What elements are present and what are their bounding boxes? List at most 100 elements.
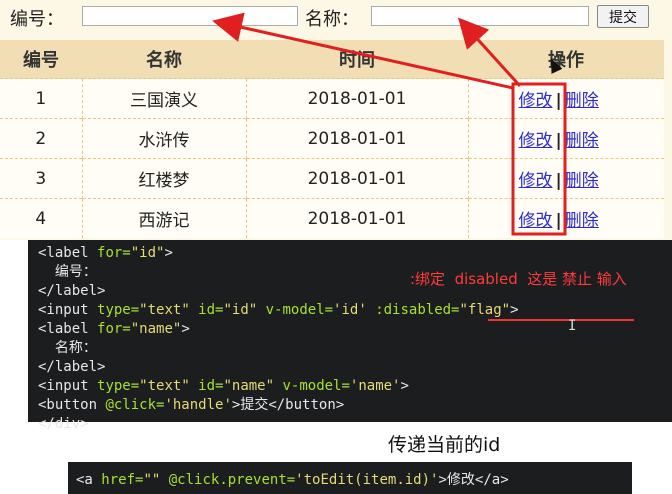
code-token: "name" bbox=[130, 321, 182, 337]
code-token: 'id' bbox=[333, 302, 367, 318]
cell-name: 红楼梦 bbox=[81, 158, 246, 199]
header-time: 时间 bbox=[246, 40, 468, 79]
cell-time: 2018-01-01 bbox=[245, 78, 468, 119]
name-input[interactable] bbox=[371, 6, 589, 26]
code-token: </a> bbox=[474, 472, 509, 488]
code-token: "" bbox=[143, 472, 161, 488]
cell-name: 三国演义 bbox=[81, 78, 246, 119]
code-token: "name" bbox=[223, 378, 275, 394]
code-token: 'toEdit(item.id)' bbox=[295, 472, 439, 488]
table-row: 3 红楼梦 2018-01-01 修改 | 删除 bbox=[0, 158, 664, 199]
id-label: 编号： bbox=[10, 9, 64, 30]
code-token: "text" bbox=[139, 378, 190, 394]
cell-time: 2018-01-01 bbox=[245, 158, 468, 199]
code-line: <input type="text" id="id" v-model='id' … bbox=[38, 301, 519, 320]
edit-link[interactable]: 修改 bbox=[519, 211, 553, 231]
cell-id: 3 bbox=[0, 158, 82, 199]
delete-link[interactable]: 删除 bbox=[565, 211, 599, 231]
delete-link[interactable]: 删除 bbox=[565, 171, 599, 191]
code-token: v-model= bbox=[274, 378, 350, 394]
code-line: 编号： bbox=[38, 263, 97, 282]
edit-link[interactable]: 修改 bbox=[519, 171, 553, 191]
code-token: "flag" bbox=[459, 302, 511, 318]
header-name: 名称 bbox=[82, 40, 246, 79]
id-input[interactable] bbox=[82, 6, 298, 26]
code-token: <label bbox=[38, 321, 98, 337]
link-separator: | bbox=[555, 211, 562, 231]
code-token: : bbox=[366, 302, 384, 318]
edit-link[interactable]: 修改 bbox=[519, 91, 553, 111]
code-token: id= bbox=[189, 378, 224, 394]
cell-actions: 修改 | 删除 bbox=[467, 198, 664, 238]
cell-id: 2 bbox=[0, 118, 82, 159]
text-cursor-icon: I bbox=[568, 318, 577, 334]
code-token: id= bbox=[189, 302, 224, 318]
code-token: 'handle' bbox=[164, 397, 232, 413]
header-actions: 操作 bbox=[468, 40, 664, 79]
code-token: </label> bbox=[38, 283, 106, 299]
delete-link[interactable]: 删除 bbox=[565, 91, 599, 111]
table-row: 4 西游记 2018-01-01 修改 | 删除 bbox=[0, 198, 664, 238]
code-line: 名称： bbox=[38, 339, 97, 358]
code-token: "id" bbox=[130, 245, 165, 261]
code-token: 编号： bbox=[38, 264, 97, 280]
code-line: <label for="id"> bbox=[38, 244, 173, 263]
delete-link[interactable]: 删除 bbox=[565, 131, 599, 151]
code-token: <label bbox=[38, 245, 98, 261]
code-token: > bbox=[181, 321, 190, 337]
code-token: <input bbox=[38, 302, 98, 318]
cell-time: 2018-01-01 bbox=[245, 118, 468, 159]
cell-name: 水浒传 bbox=[81, 118, 246, 159]
code-line: <label for="name"> bbox=[38, 320, 190, 339]
code-token: <button bbox=[38, 397, 106, 413]
cell-name: 西游记 bbox=[81, 198, 246, 238]
code-token: 名称： bbox=[38, 340, 97, 356]
code-token: "text" bbox=[139, 302, 190, 318]
code-token: type= bbox=[97, 378, 140, 394]
code-snippet: <a href="" @click.prevent='toEdit(item.i… bbox=[68, 462, 632, 494]
cell-actions: 修改 | 删除 bbox=[467, 78, 664, 119]
code-token: 修改 bbox=[446, 472, 475, 488]
link-separator: | bbox=[555, 131, 562, 151]
code-token: "id" bbox=[223, 302, 258, 318]
code-token: @click.prevent= bbox=[160, 472, 296, 488]
table-header-row: 编号 名称 时间 操作 bbox=[0, 40, 664, 79]
code-token: for= bbox=[97, 245, 131, 261]
link-separator: | bbox=[555, 171, 562, 191]
table-row: 2 水浒传 2018-01-01 修改 | 删除 bbox=[0, 118, 664, 159]
app-panel: 编号： 名称： 提交 编号 名称 时间 操作 1 三国演义 2018-01-01… bbox=[0, 0, 672, 240]
code-token: > bbox=[400, 378, 409, 394]
code-token: </button> bbox=[268, 397, 345, 413]
submit-button[interactable]: 提交 bbox=[597, 5, 649, 28]
cell-actions: 修改 | 删除 bbox=[467, 158, 664, 199]
link-separator: | bbox=[555, 91, 562, 111]
book-table: 编号 名称 时间 操作 1 三国演义 2018-01-01 修改 | 删除 2 水浒… bbox=[0, 40, 664, 238]
code-token: </div> bbox=[38, 416, 89, 432]
disabled-annotation: :绑定 disabled 这是 禁止 输入 bbox=[410, 270, 627, 288]
code-token: > bbox=[438, 472, 447, 488]
code-token: v-model= bbox=[257, 302, 334, 318]
cell-id: 1 bbox=[0, 78, 82, 119]
code-token: for= bbox=[97, 321, 131, 337]
code-token: disabled= bbox=[383, 302, 460, 318]
red-underline bbox=[488, 319, 634, 321]
name-label: 名称： bbox=[305, 9, 359, 30]
code-token: href= bbox=[101, 472, 144, 488]
code-token: > bbox=[164, 245, 173, 261]
code-line: <input type="text" id="name" v-model='na… bbox=[38, 377, 409, 396]
code-line: </div> bbox=[38, 415, 89, 434]
code-editor: <label for="id"> 编号： </label> <input type=… bbox=[28, 240, 672, 432]
cell-actions: 修改 | 删除 bbox=[467, 118, 664, 159]
edit-link[interactable]: 修改 bbox=[519, 131, 553, 151]
code-line: </label> bbox=[38, 282, 105, 301]
code-token: 提交 bbox=[240, 397, 269, 413]
code-line: <a href="" @click.prevent='toEdit(item.i… bbox=[76, 469, 509, 489]
cell-id: 4 bbox=[0, 198, 82, 238]
caption: 传递当前的id bbox=[388, 434, 501, 456]
header-id: 编号 bbox=[0, 40, 82, 79]
table-row: 1 三国演义 2018-01-01 修改 | 删除 bbox=[0, 78, 664, 119]
code-token: > bbox=[510, 302, 519, 318]
code-token: </label> bbox=[38, 359, 106, 375]
code-line: <button @click='handle'>提交</button> bbox=[38, 396, 344, 415]
code-line: </label> bbox=[38, 358, 105, 377]
